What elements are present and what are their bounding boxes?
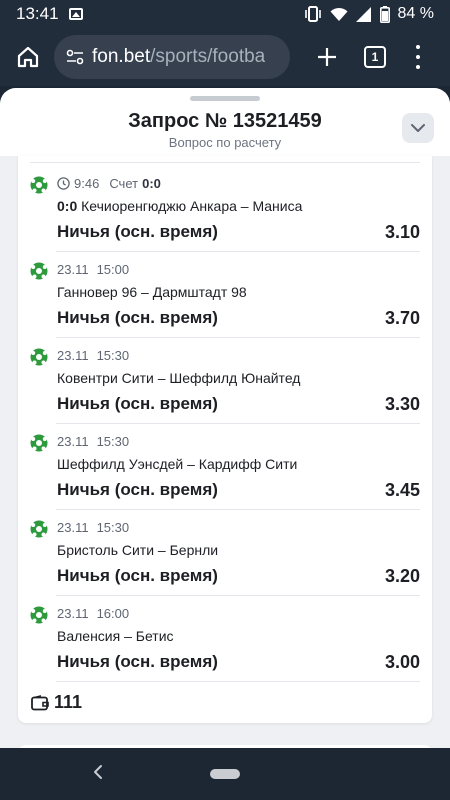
bet-request-sheet: Запрос № 13521459 Вопрос по расчету 9:46… [0, 88, 450, 748]
bet-meta: 23.11 15:30 [57, 434, 129, 449]
browser-toolbar: fon.bet/sports/footba 1 [0, 28, 450, 86]
bet-match: 0:0 Кечиоренгюджю Анкара – Маниса [57, 198, 302, 214]
bet-meta: 9:46 Счет 0:0 [57, 176, 161, 191]
drag-handle[interactable] [190, 96, 260, 101]
bet-outcome: Ничья (осн. время) [57, 308, 218, 327]
bet-meta: 23.11 15:00 [57, 262, 129, 277]
bet-match: Бристоль Сити – Бернли [57, 542, 219, 558]
chevron-down-icon [411, 124, 425, 132]
bet-time: 15:30 [96, 520, 130, 535]
bet-meta: 23.11 15:30 [57, 520, 129, 535]
new-tab-button[interactable] [312, 42, 342, 72]
home-gesture-pill[interactable] [210, 769, 240, 779]
bet-outcome: Ничья (осн. время) [57, 222, 218, 241]
bet-date: 23.11 [57, 520, 89, 535]
football-icon [30, 434, 48, 452]
football-icon [30, 520, 48, 538]
bet-outcome: Ничья (осн. время) [57, 394, 218, 413]
bet-odds: 3.20 [384, 566, 420, 586]
status-time: 13:41 [16, 4, 59, 23]
bet-match: Валенсия – Бетис [57, 628, 174, 644]
bet-odds: 3.30 [384, 394, 420, 414]
match-teams: Кечиоренгюджю Анкара – Маниса [81, 198, 303, 214]
bet-item[interactable]: 23.11 15:30 Ковентри Сити – Шеффилд Юнай… [18, 338, 432, 424]
bet-outcome: Ничья (осн. время) [57, 566, 218, 585]
back-icon[interactable] [90, 760, 106, 784]
bet-meta: 23.11 15:30 [57, 348, 129, 363]
home-icon [17, 46, 39, 68]
status-icons: 84 % [304, 5, 434, 23]
bet-slip-card: 9:46 Счет 0:0 0:0 Кечиоренгюджю Анкара –… [18, 156, 432, 723]
bet-time: 9:46 [74, 176, 100, 191]
bet-outcome: Ничья (осн. время) [57, 480, 218, 499]
more-menu-button[interactable] [414, 45, 422, 69]
wifi-icon [330, 7, 348, 21]
bet-time: 15:30 [96, 348, 130, 363]
bet-outcome: Ничья (осн. время) [57, 652, 218, 671]
battery-percent: 84 % [397, 5, 434, 22]
plus-icon [318, 48, 336, 66]
stake-amount: 111 [54, 692, 83, 712]
bet-item[interactable]: 23.11 16:00 Валенсия – Бетис Ничья (осн.… [18, 596, 432, 682]
bet-match: Шеффилд Уэнсдей – Кардифф Сити [57, 456, 298, 472]
bet-odds: 3.00 [384, 652, 420, 672]
collapse-button[interactable] [402, 113, 434, 143]
vibrate-icon [304, 6, 321, 22]
football-icon [30, 176, 48, 194]
bet-date: 23.11 [57, 348, 89, 363]
bet-item[interactable]: 9:46 Счет 0:0 0:0 Кечиоренгюджю Анкара –… [18, 166, 432, 252]
signal-icon [355, 6, 371, 22]
bet-odds: 3.10 [384, 222, 420, 242]
football-icon [30, 606, 48, 624]
sheet-title: Запрос № 13521459 [128, 110, 322, 132]
divider [30, 162, 420, 163]
url-domain: fon.bet [92, 46, 151, 67]
clock-icon [57, 177, 70, 190]
football-icon [30, 262, 48, 280]
sheet-header: Запрос № 13521459 Вопрос по расчету [0, 88, 450, 156]
url-path: /sports/footba [150, 46, 266, 67]
gallery-notification-icon [68, 8, 83, 20]
bet-time: 15:00 [96, 262, 130, 277]
bet-odds: 3.70 [384, 308, 420, 328]
bet-meta: 23.11 16:00 [57, 606, 129, 621]
match-score: 0:0 [57, 198, 78, 214]
tab-switcher-button[interactable]: 1 [364, 46, 386, 68]
home-button[interactable] [10, 39, 46, 75]
football-icon [30, 348, 48, 366]
score-label: Счет [109, 176, 139, 191]
bet-match: Ганновер 96 – Дармштадт 98 [57, 284, 247, 300]
score-value: 0:0 [142, 176, 161, 191]
bet-time: 15:30 [96, 434, 130, 449]
battery-icon [379, 5, 390, 23]
site-settings-icon[interactable] [66, 49, 84, 65]
bet-date: 23.11 [57, 606, 89, 621]
bet-odds: 3.45 [384, 480, 420, 500]
sheet-subtitle: Вопрос по расчету [168, 135, 282, 150]
wallet-icon [31, 694, 49, 710]
address-bar[interactable]: fon.bet/sports/footba [54, 35, 290, 79]
bet-item[interactable]: 23.11 15:00 Ганновер 96 – Дармштадт 98 Н… [18, 252, 432, 338]
status-bar: 13:41 84 % [0, 0, 450, 28]
bet-footer: 111 [18, 682, 432, 723]
system-nav-bar [0, 748, 450, 800]
bet-item[interactable]: 23.11 15:30 Бристоль Сити – Бернли Ничья… [18, 510, 432, 596]
bet-item[interactable]: 23.11 15:30 Шеффилд Уэнсдей – Кардифф Си… [18, 424, 432, 510]
bet-time: 16:00 [96, 606, 130, 621]
url-text: fon.bet/sports/footba [92, 46, 265, 68]
bet-date: 23.11 [57, 434, 89, 449]
bet-match: Ковентри Сити – Шеффилд Юнайтед [57, 370, 301, 386]
bet-date: 23.11 [57, 262, 89, 277]
